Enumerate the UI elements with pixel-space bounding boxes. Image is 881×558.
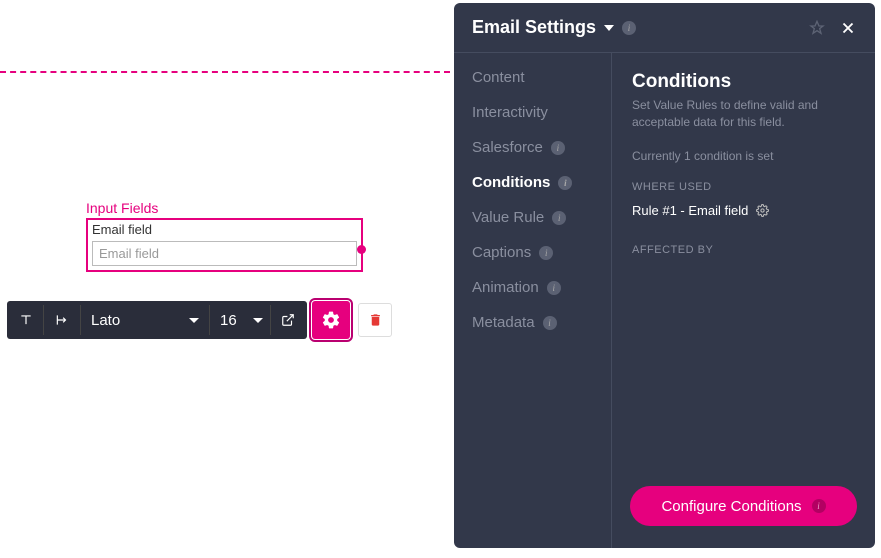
font-size-value: 16 — [220, 312, 237, 329]
delete-button[interactable] — [358, 303, 392, 337]
email-field-input[interactable]: Email field — [92, 241, 357, 266]
field-group-label: Input Fields — [86, 200, 363, 216]
info-icon: i — [812, 499, 826, 513]
align-button[interactable] — [44, 301, 80, 339]
panel-content: Conditions Set Value Rules to define val… — [612, 53, 875, 548]
panel-title[interactable]: Email Settings — [472, 17, 596, 38]
canvas-boundary-line — [0, 71, 450, 73]
external-link-icon — [281, 313, 295, 327]
affected-by-label: AFFECTED BY — [632, 244, 855, 256]
conditions-count: Currently 1 condition is set — [632, 149, 855, 163]
info-icon: i — [551, 141, 565, 155]
nav-metadata[interactable]: Metadatai — [454, 314, 611, 331]
trash-icon — [368, 312, 383, 328]
chevron-down-icon[interactable] — [604, 25, 614, 31]
panel-header: Email Settings i — [454, 3, 875, 52]
chevron-down-icon — [253, 318, 263, 323]
nav-captions[interactable]: Captionsi — [454, 244, 611, 261]
input-field-widget[interactable]: Input Fields Email field Email field — [86, 200, 363, 272]
nav-salesforce[interactable]: Salesforcei — [454, 139, 611, 156]
font-family-select[interactable]: Lato — [81, 301, 209, 339]
chevron-down-icon — [189, 318, 199, 323]
info-icon[interactable]: i — [622, 21, 636, 35]
text-style-button[interactable] — [9, 301, 43, 339]
info-icon: i — [539, 246, 553, 260]
settings-button[interactable] — [312, 301, 350, 339]
nav-interactivity[interactable]: Interactivity — [454, 104, 611, 121]
settings-panel: Email Settings i Content Interactivity S… — [454, 3, 875, 548]
gear-icon[interactable] — [756, 204, 769, 217]
text-icon — [19, 313, 33, 327]
font-family-value: Lato — [91, 312, 120, 329]
rule-item[interactable]: Rule #1 - Email field — [632, 203, 855, 218]
formatting-toolbar: Lato 16 — [7, 301, 392, 339]
field-box[interactable]: Email field Email field — [86, 218, 363, 272]
field-title: Email field — [88, 220, 361, 237]
rule-text: Rule #1 - Email field — [632, 203, 748, 218]
pin-icon[interactable] — [809, 20, 825, 36]
info-icon: i — [547, 281, 561, 295]
nav-value-rule[interactable]: Value Rulei — [454, 209, 611, 226]
panel-nav: Content Interactivity Salesforcei Condit… — [454, 53, 612, 548]
gear-icon — [321, 310, 341, 330]
configure-conditions-button[interactable]: Configure Conditions i — [630, 486, 857, 526]
info-icon: i — [543, 316, 557, 330]
nav-animation[interactable]: Animationi — [454, 279, 611, 296]
align-left-icon — [54, 313, 70, 327]
nav-conditions[interactable]: Conditionsi — [454, 174, 611, 191]
content-title: Conditions — [632, 71, 855, 93]
content-description: Set Value Rules to define valid and acce… — [632, 97, 855, 131]
nav-content[interactable]: Content — [454, 69, 611, 86]
popout-button[interactable] — [271, 301, 305, 339]
font-size-select[interactable]: 16 — [210, 301, 270, 339]
info-icon: i — [558, 176, 572, 190]
resize-handle[interactable] — [357, 245, 366, 254]
button-label: Configure Conditions — [661, 498, 801, 515]
info-icon: i — [552, 211, 566, 225]
close-icon[interactable] — [839, 19, 857, 37]
where-used-label: WHERE USED — [632, 181, 855, 193]
